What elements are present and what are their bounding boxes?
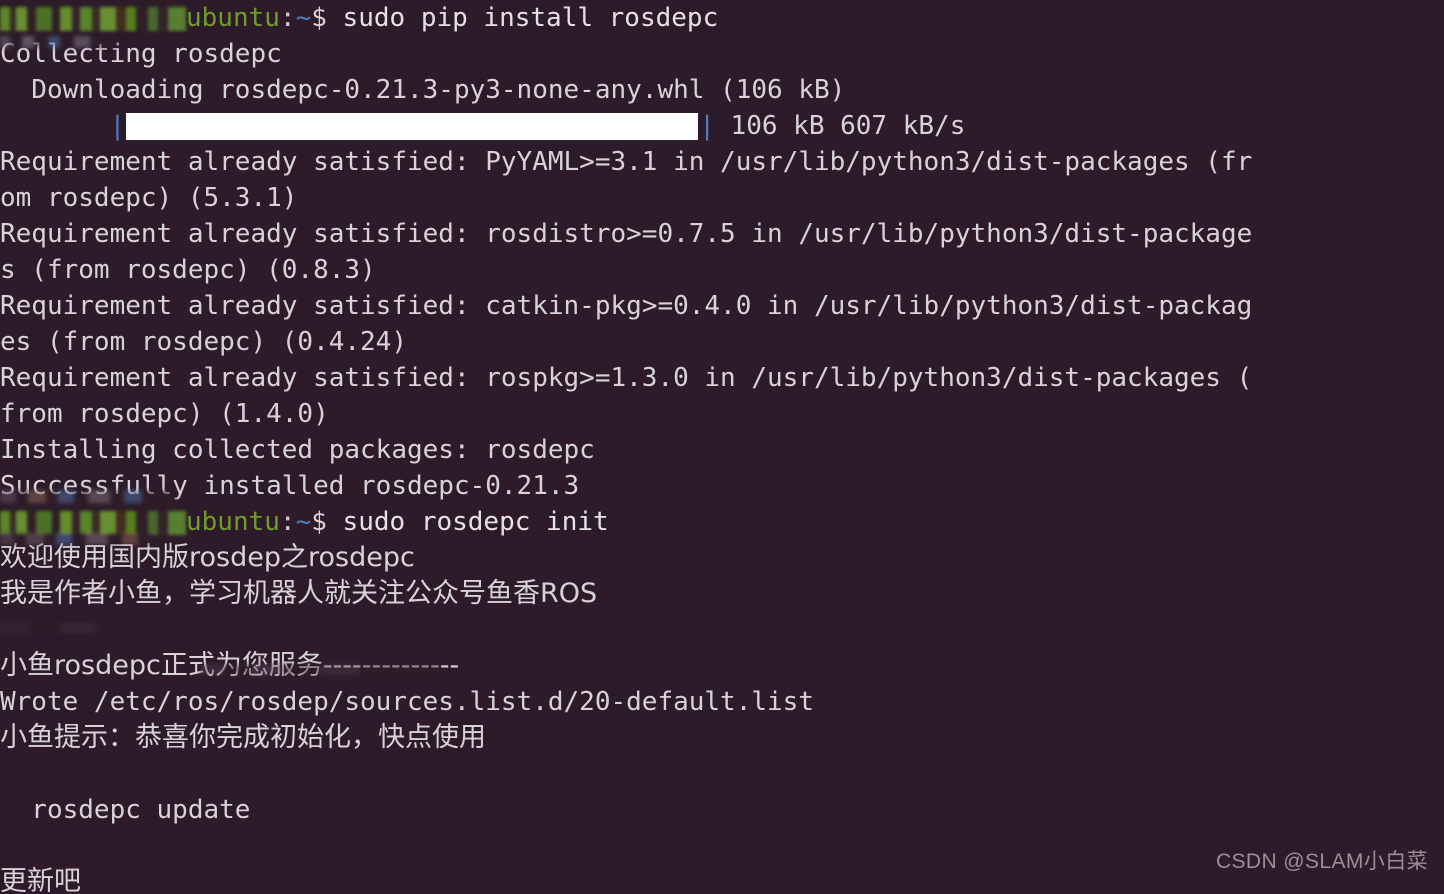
output-tip-chinese: 小鱼提示：恭喜你完成初始化，快点使用 [0, 722, 486, 753]
terminal-screen: ubuntu:~$ sudo pip install rosdepc Colle… [0, 0, 1444, 894]
output-next-command-hint: rosdepc update [0, 795, 251, 825]
output-requirement-pyyaml-part2: om rosdepc) (5.3.1) [0, 183, 298, 213]
output-requirement-rospkg-part2: from rosdepc) (1.4.0) [0, 399, 329, 429]
output-collecting: Collecting rosdepc [0, 39, 282, 69]
progress-bar-right-delimiter: | [699, 111, 715, 141]
prompt-colon: : [279, 3, 296, 33]
prompt-symbol-2: $ [311, 507, 327, 537]
prompt-host: ubuntu [186, 3, 280, 33]
prompt-colon-2: : [279, 507, 296, 537]
output-wrote-sources-list: Wrote /etc/ros/rosdep/sources.list.d/20-… [0, 687, 814, 717]
output-requirement-rospkg-part1: Requirement already satisfied: rospkg>=1… [0, 363, 1253, 393]
redacted-username-host-2 [0, 511, 186, 535]
download-progress-row: | | 106 kB 607 kB/s [0, 108, 1444, 144]
progress-bar-fill [126, 113, 699, 140]
output-requirement-pyyaml-part1: Requirement already satisfied: PyYAML>=3… [0, 147, 1253, 177]
progress-stats: 106 kB 607 kB/s [730, 111, 966, 141]
output-requirement-rosdistro-part1: Requirement already satisfied: rosdistro… [0, 219, 1253, 249]
prompt-host-2: ubuntu [186, 507, 280, 537]
progress-bar-left-delimiter: | [109, 111, 126, 141]
output-installing-packages: Installing collected packages: rosdepc [0, 435, 595, 465]
csdn-watermark: CSDN @SLAM小白菜 [1215, 850, 1428, 873]
output-service-chinese: 小鱼rosdepc正式为您服务-------------- [0, 650, 460, 681]
prompt-path-2: ~ [295, 507, 312, 537]
redacted-username-host [0, 7, 186, 31]
terminal-prompt-line-1: ubuntu:~$ sudo pip install rosdepc [0, 0, 1444, 36]
output-successfully-installed: Successfully installed rosdepc-0.21.3 [0, 471, 580, 501]
terminal-window[interactable]: ubuntu:~$ sudo pip install rosdepc Colle… [0, 0, 1444, 894]
command-pip-install: sudo pip install rosdepc [342, 3, 719, 33]
command-rosdepc-init: sudo rosdepc init [342, 507, 609, 537]
output-requirement-rosdistro-part2: s (from rosdepc) (0.8.3) [0, 255, 376, 285]
prompt-symbol: $ [311, 3, 327, 33]
output-downloading: Downloading rosdepc-0.21.3-py3-none-any.… [0, 75, 846, 105]
terminal-prompt-line-2: ubuntu:~$ sudo rosdepc init [0, 504, 1444, 540]
output-welcome-chinese: 欢迎使用国内版rosdep之rosdepc [0, 542, 415, 573]
prompt-path: ~ [295, 3, 312, 33]
output-author-chinese: 我是作者小鱼，学习机器人就关注公众号鱼香ROS [0, 578, 598, 609]
output-requirement-catkin-pkg-part1: Requirement already satisfied: catkin-pk… [0, 291, 1253, 321]
output-requirement-catkin-pkg-part2: es (from rosdepc) (0.4.24) [0, 327, 407, 357]
